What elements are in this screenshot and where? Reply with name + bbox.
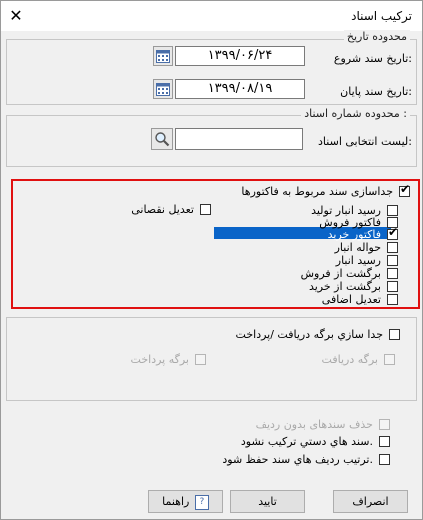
help-icon: ? (194, 494, 209, 510)
start-date-label: تاريخ سند شروع: (333, 52, 412, 65)
title-bar: ترکیب اسناد ✕ (1, 1, 422, 31)
pay-slip-checkbox[interactable]: برگه پرداخت (131, 353, 206, 366)
search-icon[interactable] (151, 128, 173, 150)
help-button[interactable]: راهنما ? (148, 490, 223, 513)
dialog-window: ترکیب اسناد ✕ محدوده تاريخ تاريخ سند شرو… (0, 0, 423, 520)
checkbox[interactable] (195, 354, 206, 365)
start-date-input[interactable]: ۱۳۹۹/۰۶/۲۴ (175, 46, 305, 66)
invoice-type-item[interactable]: فاکتور خريد ✔ (218, 225, 399, 241)
invoice-type-item[interactable]: تعديل اضافی (218, 293, 398, 306)
cancel-button[interactable]: انصراف (333, 490, 408, 513)
doc-number-legend: محدوده شماره اسناد : (301, 107, 410, 120)
checkbox[interactable] (389, 329, 400, 340)
checkbox[interactable] (379, 436, 390, 447)
confirm-button[interactable]: تاييد (230, 490, 305, 513)
checkbox[interactable]: ✔ (399, 182, 411, 197)
help-label: راهنما (162, 495, 190, 508)
separate-receipts-checkbox[interactable]: جدا سازي برگه دريافت /پرداخت (190, 328, 400, 341)
date-range-legend: محدوده تاريخ (343, 30, 410, 43)
checkbox[interactable] (384, 354, 395, 365)
checkbox[interactable] (387, 281, 398, 292)
checkbox[interactable] (387, 294, 398, 305)
checkbox[interactable] (387, 205, 398, 216)
checkbox[interactable] (387, 242, 398, 253)
doc-list-label: ليست انتخابی اسناد: (318, 135, 412, 148)
window-title: ترکیب اسناد (351, 9, 412, 23)
checkbox[interactable] (387, 255, 398, 266)
option-checkbox[interactable]: سند هاي دستي ترکيب نشود. (190, 435, 390, 448)
check-icon: ✔ (400, 182, 411, 196)
deficit-adjust-checkbox[interactable]: تعديل نقصانی (129, 203, 211, 216)
invoice-type-item[interactable]: رسيد انبار (218, 254, 398, 267)
calendar-icon[interactable] (153, 79, 173, 99)
receive-slip-checkbox[interactable]: برگه دريافت (315, 353, 395, 366)
checkbox[interactable] (379, 419, 390, 430)
checkbox[interactable] (387, 268, 398, 279)
end-date-input[interactable]: ۱۳۹۹/۰۸/۱۹ (175, 79, 305, 99)
option-checkbox[interactable]: ترتيب رديف هاي سند حفظ شود. (190, 453, 390, 466)
calendar-icon[interactable] (153, 46, 173, 66)
checkbox[interactable]: ✔ (387, 225, 399, 240)
invoice-type-item[interactable]: برگشت از خريد (218, 280, 398, 293)
close-icon[interactable]: ✕ (1, 1, 31, 31)
checkbox[interactable] (379, 454, 390, 465)
separate-invoices-checkbox[interactable]: جداسازی سند مربوط به فاکتورها ✔ (170, 182, 411, 198)
invoice-type-item[interactable]: برگشت از فروش (218, 267, 398, 280)
invoice-type-item[interactable]: حواله انبار (218, 241, 398, 254)
end-date-label: تاريخ سند پايان: (340, 85, 412, 98)
checkbox[interactable] (200, 204, 211, 215)
doc-list-input[interactable] (175, 128, 303, 150)
check-icon: ✔ (388, 225, 399, 239)
option-checkbox[interactable]: حذف سندهای بدون رديف (190, 418, 390, 431)
